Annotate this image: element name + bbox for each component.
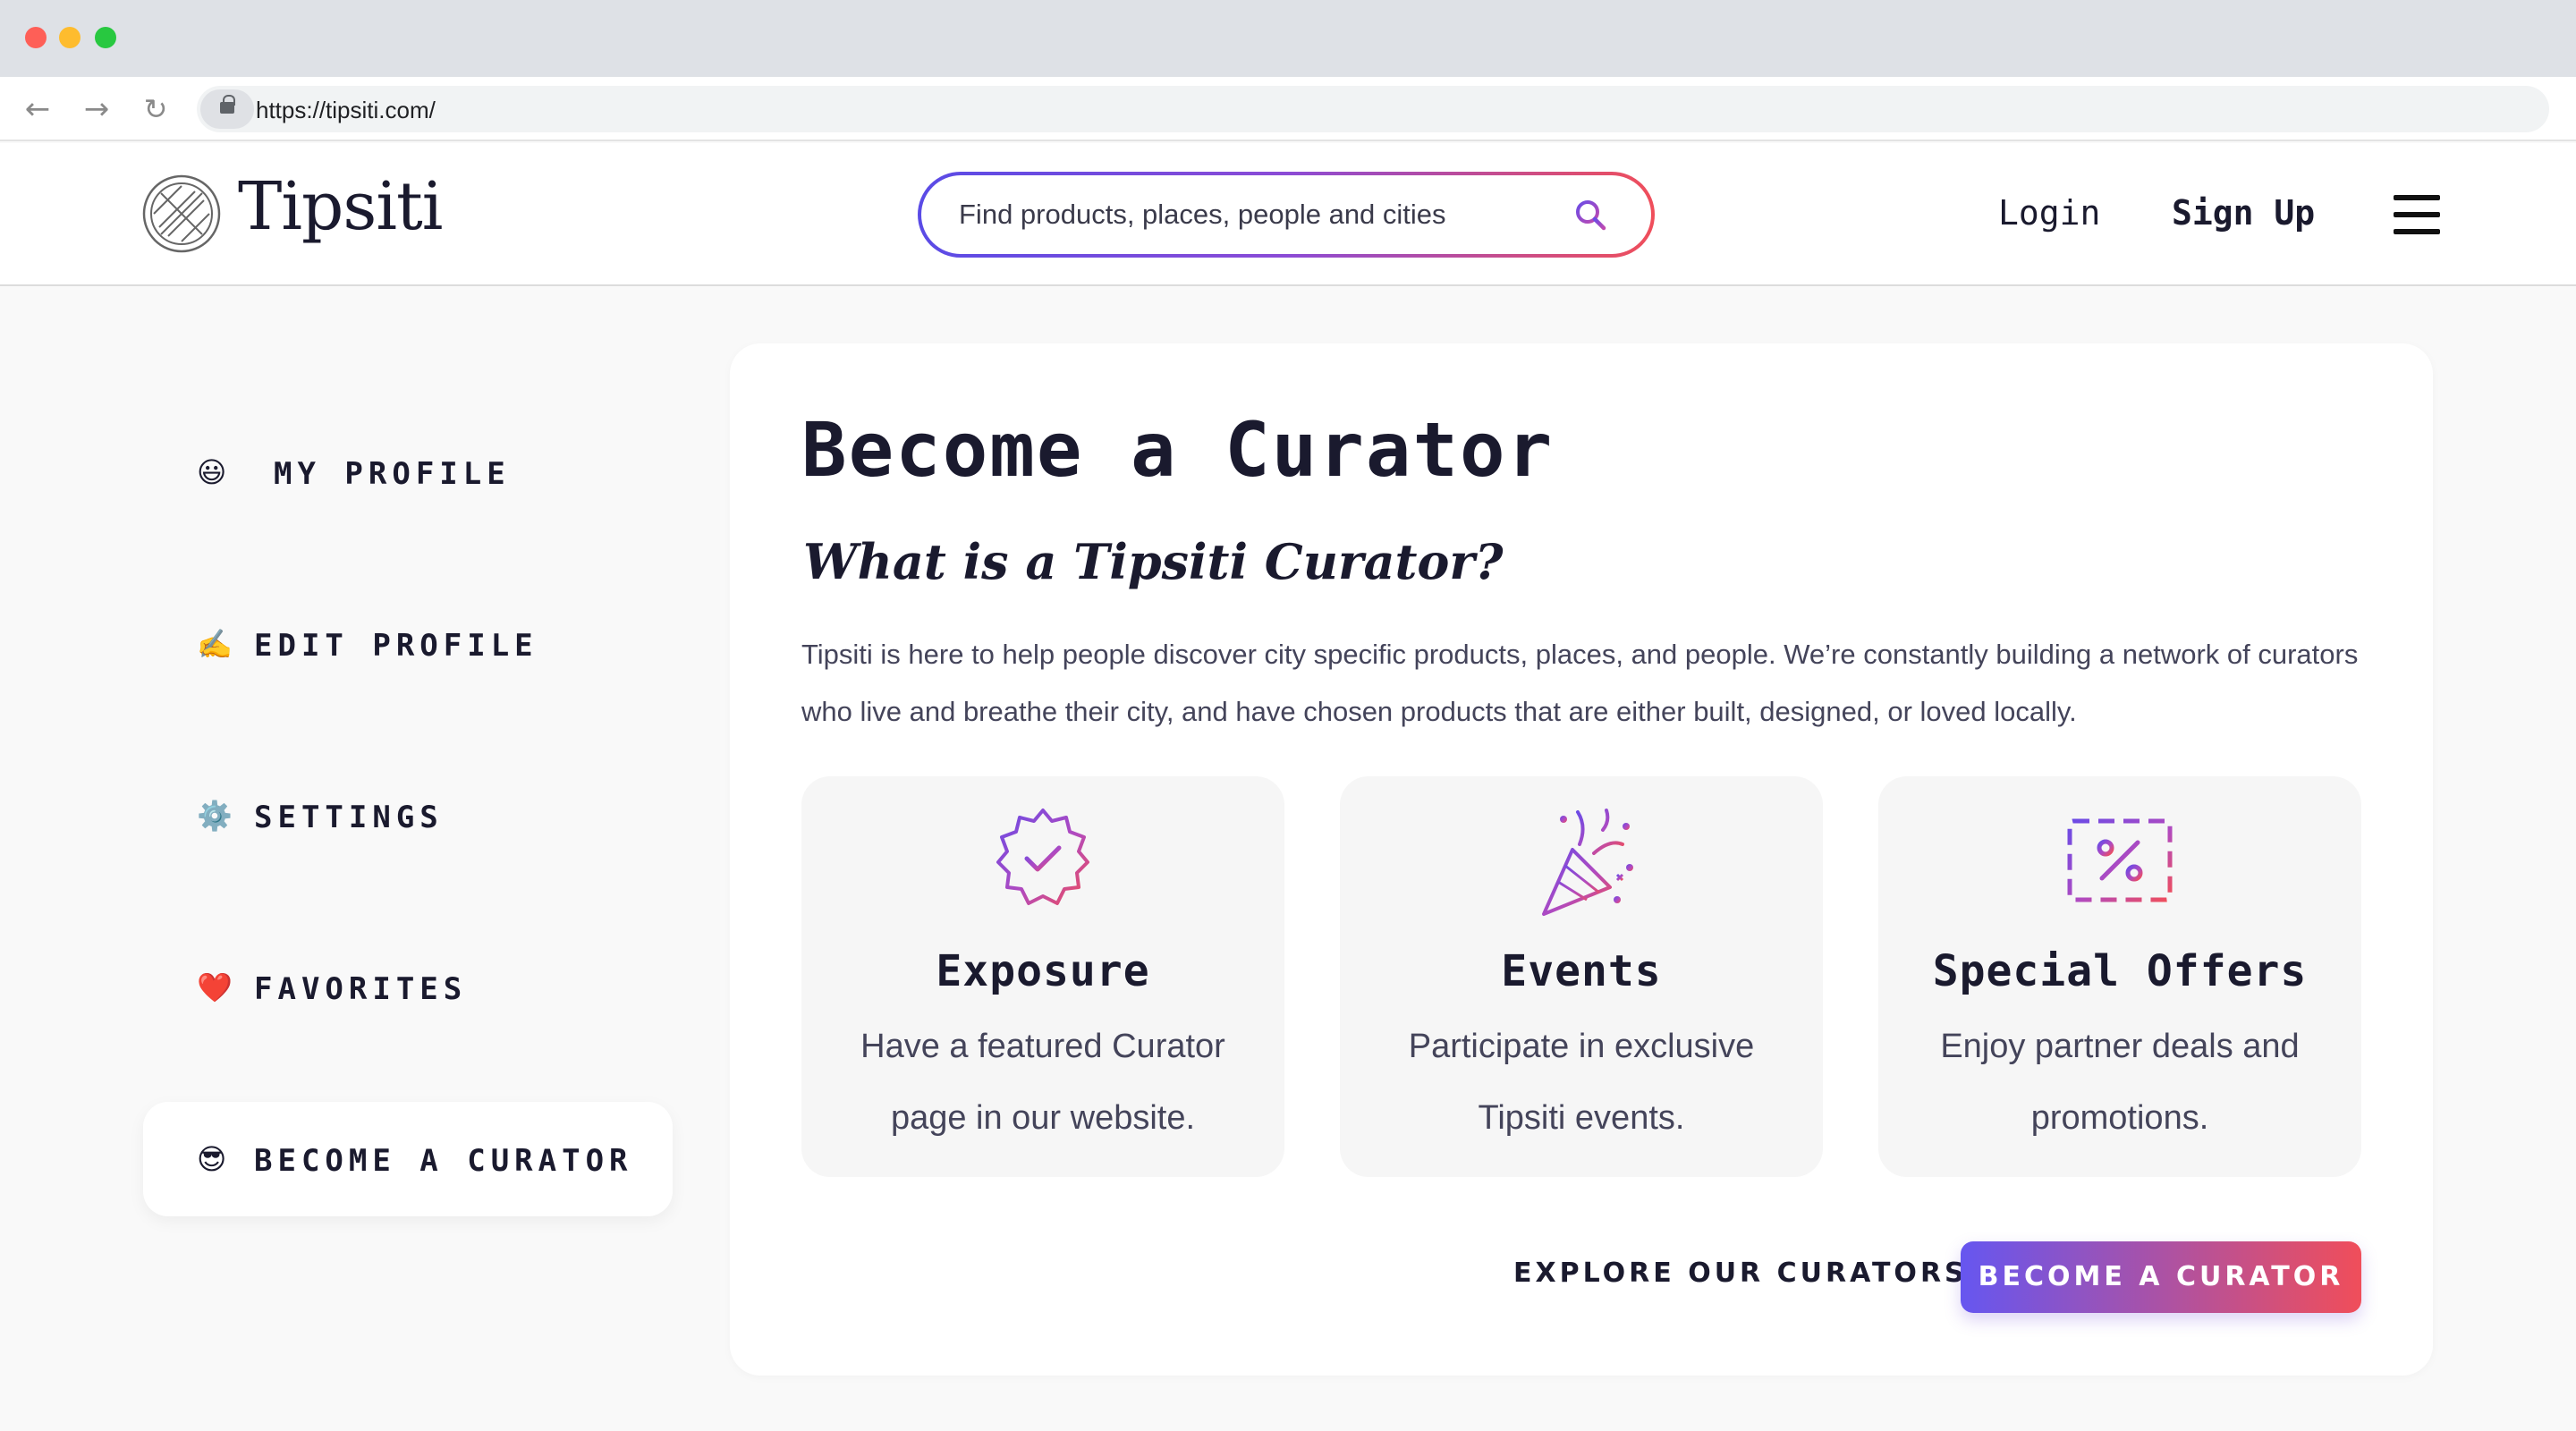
sidebar-item-label: MY PROFILE (274, 456, 511, 492)
forward-arrow-icon[interactable]: → (77, 89, 116, 129)
section-subtitle: What is a Tipsiti Curator? (803, 533, 1504, 590)
become-curator-button[interactable]: BECOME A CURATOR (1961, 1241, 2361, 1313)
party-popper-icon (1542, 809, 1633, 916)
badge-check-icon (996, 809, 1089, 905)
sidebar-item-favorites[interactable]: ❤️ FAVORITES (143, 930, 673, 1045)
sidebar-item-settings[interactable]: ⚙️ SETTINGS (143, 758, 673, 873)
feature-description: Have a featured Curator page in our webs… (860, 1028, 1225, 1137)
feature-card-exposure: Exposure Have a featured Curator page in… (801, 776, 1284, 1177)
site-header: Tipsiti Login Sign Up (0, 143, 2576, 286)
search-icon[interactable] (1572, 197, 1608, 233)
sidebar-item-label: EDIT PROFILE (254, 628, 538, 664)
maximize-window-button[interactable] (95, 27, 116, 48)
feature-card-special-offers: Special Offers Enjoy partner deals and p… (1878, 776, 2361, 1177)
reload-icon[interactable]: ↻ (136, 89, 175, 129)
sunglasses-face-icon: 😎 (197, 1142, 227, 1176)
curator-info-card: Become a Curator What is a Tipsiti Curat… (730, 343, 2433, 1376)
back-arrow-icon[interactable]: ← (18, 89, 57, 129)
smiley-face-icon: 😃 (197, 455, 227, 489)
signup-link[interactable]: Sign Up (2172, 193, 2315, 233)
feature-description: Enjoy partner deals and promotions. (1940, 1028, 2300, 1137)
intro-paragraph: Tipsiti is here to help people discover … (801, 639, 2359, 727)
explore-curators-link[interactable]: EXPLORE OUR CURATORS (1513, 1257, 1968, 1289)
sidebar-item-label: SETTINGS (254, 800, 444, 835)
feature-title: Events (1501, 946, 1662, 996)
sidebar-item-my-profile[interactable]: 😃 MY PROFILE (143, 415, 673, 529)
heart-icon: ❤️ (197, 970, 233, 1004)
search-bar (918, 172, 1655, 258)
feature-title: Special Offers (1932, 946, 2308, 996)
sidebar-item-label: BECOME A CURATOR (254, 1143, 633, 1179)
login-link[interactable]: Login (1998, 193, 2100, 233)
close-window-button[interactable] (25, 27, 47, 48)
sidebar-item-become-curator[interactable]: 😎 BECOME A CURATOR (143, 1102, 673, 1216)
browser-titlebar (0, 0, 2576, 77)
discount-ticket-icon (2067, 818, 2173, 902)
sidebar-item-edit-profile[interactable]: ✍️ EDIT PROFILE (143, 587, 673, 701)
feature-title: Exposure (936, 946, 1150, 996)
feature-card-events: Events Participate in exclusive Tipsiti … (1340, 776, 1823, 1177)
brand-name[interactable]: Tipsiti (238, 168, 443, 245)
writing-hand-icon: ✍️ (197, 627, 233, 661)
address-bar[interactable]: https://tipsiti.com/ (197, 86, 2549, 132)
page-title: Become a Curator (801, 406, 1555, 494)
feature-description: Participate in exclusive Tipsiti events. (1408, 1028, 1755, 1137)
site-info-button[interactable] (200, 89, 254, 129)
minimize-window-button[interactable] (59, 27, 80, 48)
browser-toolbar: ← → ↻ https://tipsiti.com/ (0, 77, 2576, 141)
tipsiti-logo-icon[interactable] (141, 174, 222, 254)
sidebar-item-label: FAVORITES (254, 971, 468, 1007)
gear-icon: ⚙️ (197, 799, 233, 833)
search-input[interactable] (959, 175, 1549, 254)
hamburger-menu-icon[interactable] (2394, 195, 2440, 234)
url-text: https://tipsiti.com/ (256, 97, 436, 123)
lock-icon (220, 95, 235, 114)
